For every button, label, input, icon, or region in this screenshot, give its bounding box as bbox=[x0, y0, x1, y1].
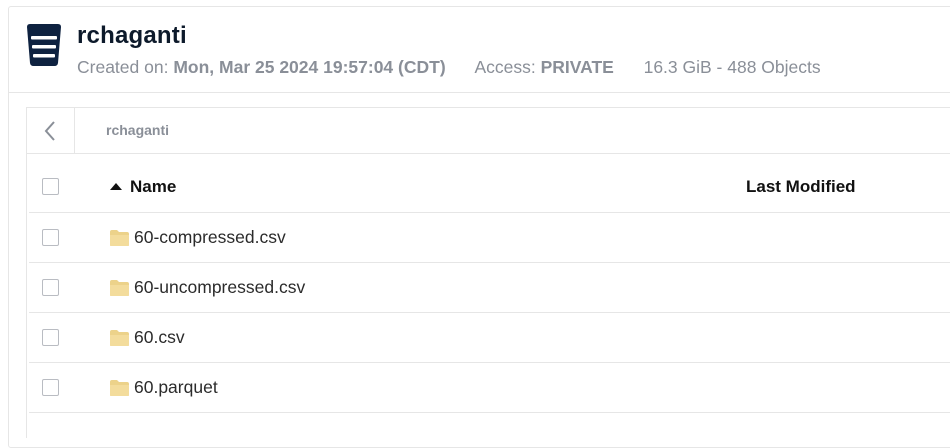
chevron-left-icon bbox=[44, 121, 55, 141]
created-label: Created on: bbox=[77, 57, 169, 77]
table-row[interactable]: 60.parquet bbox=[29, 363, 950, 413]
row-checkbox[interactable] bbox=[42, 229, 59, 246]
column-header-last-modified[interactable]: Last Modified bbox=[746, 177, 856, 197]
table-header: Name Last Modified bbox=[29, 163, 950, 213]
bucket-meta: Created on: Mon, Mar 25 2024 19:57:04 (C… bbox=[77, 57, 821, 78]
access-value: PRIVATE bbox=[540, 57, 614, 77]
object-browser: rchaganti Name Last Modified 60-compress… bbox=[26, 107, 950, 438]
select-all-checkbox[interactable] bbox=[42, 178, 59, 195]
row-checkbox[interactable] bbox=[42, 379, 59, 396]
file-name[interactable]: 60-compressed.csv bbox=[134, 227, 286, 248]
file-name[interactable]: 60.csv bbox=[134, 327, 185, 348]
created-value: Mon, Mar 25 2024 19:57:04 (CDT) bbox=[173, 57, 446, 77]
folder-icon bbox=[110, 330, 129, 346]
row-checkbox[interactable] bbox=[42, 279, 59, 296]
table-row[interactable]: 60.csv bbox=[29, 313, 950, 363]
folder-icon bbox=[110, 230, 129, 246]
folder-icon bbox=[110, 280, 129, 296]
row-checkbox[interactable] bbox=[42, 329, 59, 346]
bucket-header: rchaganti Created on: Mon, Mar 25 2024 1… bbox=[8, 6, 950, 93]
bucket-icon bbox=[27, 24, 61, 66]
bucket-usage: 16.3 GiB - 488 Objects bbox=[643, 57, 821, 77]
back-button[interactable] bbox=[27, 108, 75, 153]
table-row[interactable]: 60-compressed.csv bbox=[29, 213, 950, 263]
column-header-name[interactable]: Name bbox=[130, 177, 176, 197]
breadcrumb: rchaganti bbox=[27, 108, 950, 154]
breadcrumb-item[interactable]: rchaganti bbox=[106, 122, 169, 138]
bucket-title: rchaganti bbox=[77, 22, 187, 49]
table-row[interactable]: 60-uncompressed.csv bbox=[29, 263, 950, 313]
access-label: Access: bbox=[474, 57, 536, 77]
sort-ascending-icon[interactable] bbox=[110, 183, 122, 190]
file-name[interactable]: 60-uncompressed.csv bbox=[134, 277, 305, 298]
file-name[interactable]: 60.parquet bbox=[134, 377, 218, 398]
folder-icon bbox=[110, 380, 129, 396]
